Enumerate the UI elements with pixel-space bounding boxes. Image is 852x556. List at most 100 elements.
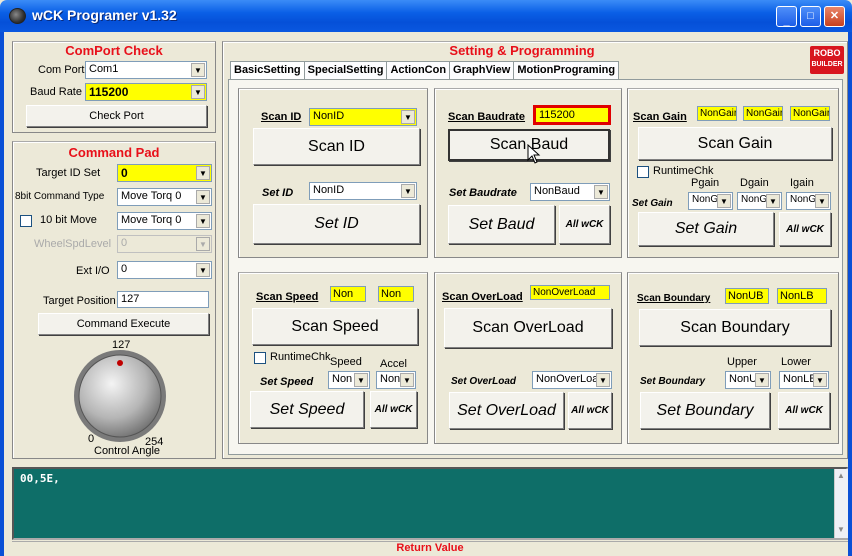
set-igain-select[interactable]: NonG ▼ xyxy=(786,192,831,210)
move10-checkbox[interactable] xyxy=(20,215,32,227)
minimize-button[interactable]: _ xyxy=(776,6,797,27)
target-id-label: Target ID Set xyxy=(36,167,101,179)
knob-indicator xyxy=(117,360,123,366)
tab-motion-programing[interactable]: MotionPrograming xyxy=(513,61,620,80)
tab-basic-setting[interactable]: BasicSetting xyxy=(230,61,305,80)
maximize-button[interactable]: □ xyxy=(800,6,821,27)
chevron-down-icon[interactable]: ▼ xyxy=(196,166,210,180)
scan-upper-boundary-value: NonUB xyxy=(725,288,769,304)
scan-lower-boundary-value: NonLB xyxy=(777,288,827,304)
gain-runtime-checkbox[interactable] xyxy=(637,166,649,178)
output-textbox[interactable]: 00,5E, xyxy=(12,467,848,540)
move10-select[interactable]: Move Torq 0 ▼ xyxy=(117,212,212,230)
set-dgain-select[interactable]: NonG ▼ xyxy=(737,192,782,210)
scan-accel-value: Non xyxy=(378,286,414,302)
chevron-down-icon[interactable]: ▼ xyxy=(766,194,780,208)
check-port-button[interactable]: Check Port xyxy=(26,105,207,127)
baud-rate-select[interactable]: 115200 ▼ xyxy=(85,83,207,101)
chevron-down-icon[interactable]: ▼ xyxy=(400,373,414,387)
set-accel-select[interactable]: Non ▼ xyxy=(376,371,416,389)
boundary-all-wck-button[interactable]: All wCK xyxy=(778,392,830,429)
output-scrollbar[interactable]: ▲ ▼ xyxy=(834,469,848,538)
scan-boundary-label: Scan Boundary xyxy=(637,293,711,304)
scan-speed-value: Non xyxy=(330,286,366,302)
chevron-down-icon[interactable]: ▼ xyxy=(191,85,205,99)
speed-runtime-checkbox[interactable] xyxy=(254,352,266,364)
tab-action-con[interactable]: ActionCon xyxy=(386,61,451,80)
scan-overload-button[interactable]: Scan OverLoad xyxy=(444,308,612,348)
chevron-down-icon[interactable]: ▼ xyxy=(717,194,731,208)
scan-speed-label: Scan Speed xyxy=(256,291,319,303)
chevron-down-icon[interactable]: ▼ xyxy=(813,373,827,387)
tab-special-setting[interactable]: SpecialSetting xyxy=(303,61,388,80)
overload-all-wck-button[interactable]: All wCK xyxy=(568,392,612,429)
set-baud-button[interactable]: Set Baud xyxy=(448,205,555,244)
set-overload-button[interactable]: Set OverLoad xyxy=(449,392,564,429)
output-text: 00,5E, xyxy=(20,472,60,485)
comport-title: ComPort Check xyxy=(65,43,163,58)
scan-dgain-value: NonGair xyxy=(743,106,783,121)
command-execute-button[interactable]: Command Execute xyxy=(38,313,209,335)
scan-id-button[interactable]: Scan ID xyxy=(253,128,420,165)
app-icon[interactable] xyxy=(9,8,26,24)
command-pad-title: Command Pad xyxy=(68,145,160,160)
set-pgain-select[interactable]: NonG ▼ xyxy=(688,192,733,210)
scan-gain-button[interactable]: Scan Gain xyxy=(638,127,832,160)
close-button[interactable]: ✕ xyxy=(824,6,845,27)
baud-all-wck-button[interactable]: All wCK xyxy=(559,205,610,244)
scan-id-label: Scan ID xyxy=(261,111,302,123)
cmd8-select[interactable]: Move Torq 0 ▼ xyxy=(117,188,212,206)
chevron-down-icon[interactable]: ▼ xyxy=(815,194,829,208)
mouse-cursor-icon xyxy=(527,144,541,164)
chevron-down-icon[interactable]: ▼ xyxy=(354,373,368,387)
robobuilder-logo: ROBO BUILDER xyxy=(810,46,844,74)
tab-graph-view[interactable]: GraphView xyxy=(449,61,515,80)
set-baudrate-select[interactable]: NonBaud ▼ xyxy=(530,183,610,201)
set-boundary-label: Set Boundary xyxy=(640,376,706,387)
set-boundary-button[interactable]: Set Boundary xyxy=(640,392,770,429)
chevron-down-icon[interactable]: ▼ xyxy=(755,373,769,387)
chevron-down-icon[interactable]: ▼ xyxy=(596,373,610,387)
chevron-down-icon[interactable]: ▼ xyxy=(196,237,210,251)
target-id-select[interactable]: 0 ▼ xyxy=(117,164,212,182)
chevron-down-icon[interactable]: ▼ xyxy=(401,110,415,124)
chevron-down-icon[interactable]: ▼ xyxy=(594,185,608,199)
target-position-input[interactable]: 127 xyxy=(117,291,209,308)
chevron-down-icon[interactable]: ▼ xyxy=(196,214,210,228)
igain-label: Igain xyxy=(790,177,814,189)
window-frame-left xyxy=(0,32,4,556)
set-upper-boundary-select[interactable]: NonU ▼ xyxy=(725,371,771,389)
scroll-up-icon[interactable]: ▲ xyxy=(837,471,845,480)
wheel-speed-select[interactable]: 0 ▼ xyxy=(117,235,212,253)
scan-speed-button[interactable]: Scan Speed xyxy=(252,308,418,345)
cmd8-label: 8bit Command Type xyxy=(15,191,105,202)
set-id-button[interactable]: Set ID xyxy=(253,204,420,244)
set-gain-button[interactable]: Set Gain xyxy=(638,212,774,246)
set-speed-select[interactable]: Non ▼ xyxy=(328,371,370,389)
ext-io-select[interactable]: 0 ▼ xyxy=(117,261,212,279)
chevron-down-icon[interactable]: ▼ xyxy=(401,184,415,198)
scroll-down-icon[interactable]: ▼ xyxy=(837,525,845,534)
set-id-select[interactable]: NonID ▼ xyxy=(309,182,417,200)
setting-title: Setting & Programming xyxy=(449,43,595,58)
scan-baudrate-value[interactable]: 115200 xyxy=(533,105,611,125)
speed-all-wck-button[interactable]: All wCK xyxy=(370,391,417,428)
set-lower-boundary-select[interactable]: NonLE ▼ xyxy=(779,371,829,389)
com-port-select[interactable]: Com1 ▼ xyxy=(85,61,207,79)
upper-label: Upper xyxy=(727,356,757,368)
chevron-down-icon[interactable]: ▼ xyxy=(196,263,210,277)
scan-boundary-button[interactable]: Scan Boundary xyxy=(639,309,831,346)
wheel-speed-label: WheelSpdLevel xyxy=(34,238,112,250)
scan-id-select[interactable]: NonID ▼ xyxy=(309,108,417,126)
move10-label: 10 bit Move xyxy=(40,214,97,226)
set-speed-button[interactable]: Set Speed xyxy=(250,391,364,428)
set-overload-select[interactable]: NonOverLoa ▼ xyxy=(532,371,612,389)
control-angle-knob[interactable] xyxy=(70,348,170,444)
chevron-down-icon[interactable]: ▼ xyxy=(191,63,205,77)
scan-baudrate-label: Scan Baudrate xyxy=(448,111,526,123)
scan-overload-label: Scan OverLoad xyxy=(442,291,523,303)
gain-all-wck-button[interactable]: All wCK xyxy=(779,212,831,246)
set-overload-label: Set OverLoad xyxy=(451,376,517,387)
chevron-down-icon[interactable]: ▼ xyxy=(196,190,210,204)
window-frame-right xyxy=(848,32,852,556)
